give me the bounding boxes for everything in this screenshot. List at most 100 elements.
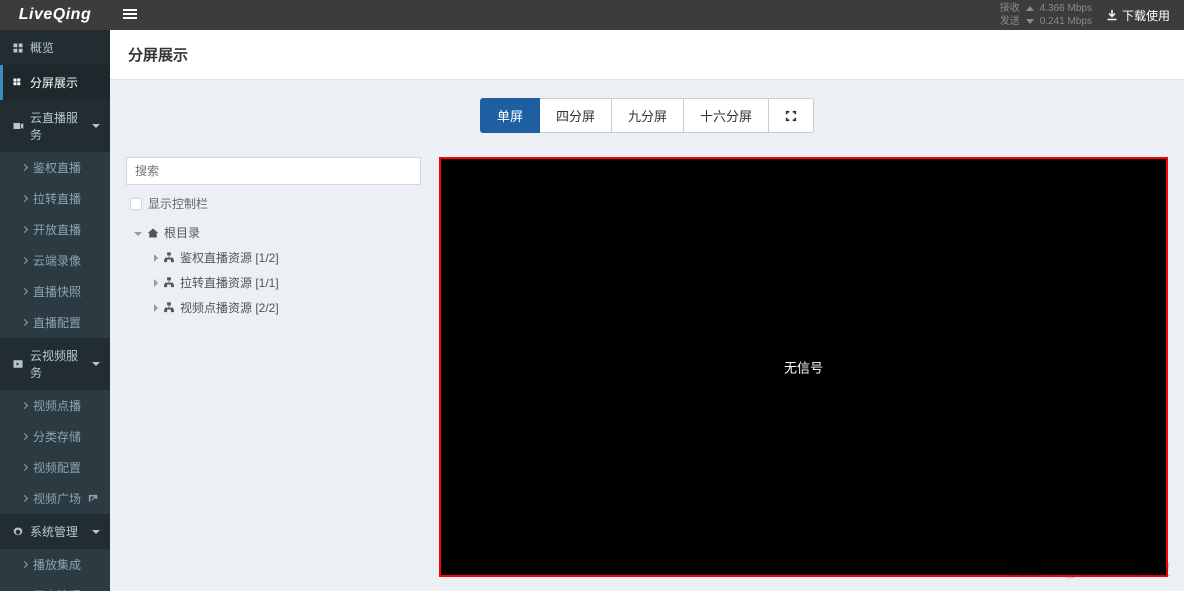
sidebar-sub-分类存储[interactable]: 分类存储 bbox=[0, 421, 110, 452]
download-label: 下载使用 bbox=[1122, 7, 1170, 24]
sidebar-item-概览[interactable]: 概览 bbox=[0, 30, 110, 65]
sidebar-item-label: 概览 bbox=[30, 39, 54, 56]
twisty-icon bbox=[154, 304, 158, 312]
sidebar: 概览分屏展示云直播服务鉴权直播拉转直播开放直播云端录像直播快照直播配置云视频服务… bbox=[0, 30, 110, 591]
angle-right-icon bbox=[21, 257, 28, 264]
angle-right-icon bbox=[21, 164, 28, 171]
sidebar-item-云直播服务[interactable]: 云直播服务 bbox=[0, 100, 110, 152]
angle-right-icon bbox=[21, 433, 28, 440]
screen-split-tabs: 单屏四分屏九分屏十六分屏 bbox=[480, 98, 814, 133]
twisty-icon bbox=[154, 254, 158, 262]
sidebar-sub-视频点播[interactable]: 视频点播 bbox=[0, 390, 110, 421]
brand-logo: LiveQing bbox=[0, 6, 110, 24]
arrow-down-icon bbox=[1026, 19, 1034, 24]
tab-单屏[interactable]: 单屏 bbox=[480, 98, 540, 133]
youtube-icon bbox=[12, 358, 24, 370]
angle-right-icon bbox=[21, 226, 28, 233]
sidebar-item-分屏展示[interactable]: 分屏展示 bbox=[0, 65, 110, 100]
checkbox-icon bbox=[130, 198, 142, 210]
download-icon bbox=[1106, 9, 1118, 21]
sidebar-sub-label: 分类存储 bbox=[33, 428, 81, 445]
gear-icon bbox=[12, 526, 24, 538]
sidebar-sub-云端录像[interactable]: 云端录像 bbox=[0, 245, 110, 276]
main-content: 分屏展示 单屏四分屏九分屏十六分屏 显示控制栏 根目录 鉴权直播资源 [1/2]… bbox=[110, 30, 1184, 591]
sidebar-item-label: 云直播服务 bbox=[30, 109, 86, 143]
sidebar-sub-label: 直播快照 bbox=[33, 283, 81, 300]
sitemap-icon bbox=[163, 277, 175, 289]
grid-icon bbox=[12, 77, 24, 89]
chevron-down-icon bbox=[92, 530, 100, 534]
sidebar-sub-label: 视频配置 bbox=[33, 459, 81, 476]
sidebar-sub-label: 直播配置 bbox=[33, 314, 81, 331]
fullscreen-button[interactable] bbox=[768, 98, 814, 133]
angle-right-icon bbox=[21, 319, 28, 326]
tree-root[interactable]: 根目录 bbox=[126, 220, 421, 245]
download-button[interactable]: 下载使用 bbox=[1106, 7, 1170, 24]
left-panel: 显示控制栏 根目录 鉴权直播资源 [1/2] 拉转直播资源 [1/1] 视频点播资源… bbox=[126, 157, 421, 320]
angle-right-icon bbox=[21, 495, 28, 502]
fullscreen-icon bbox=[785, 110, 797, 122]
tree-node-label: 视频点播资源 [2/2] bbox=[180, 299, 279, 316]
sidebar-sub-视频广场[interactable]: 视频广场 bbox=[0, 483, 110, 514]
page-title: 分屏展示 bbox=[110, 30, 1184, 80]
external-link-icon bbox=[87, 494, 99, 504]
tx-label: 发送 bbox=[1000, 15, 1020, 28]
menu-toggle-button[interactable] bbox=[110, 7, 150, 24]
resource-tree: 根目录 鉴权直播资源 [1/2] 拉转直播资源 [1/1] 视频点播资源 [2/2] bbox=[126, 220, 421, 320]
sidebar-sub-拉转直播[interactable]: 拉转直播 bbox=[0, 183, 110, 214]
angle-right-icon bbox=[21, 402, 28, 409]
sidebar-item-云视频服务[interactable]: 云视频服务 bbox=[0, 338, 110, 390]
sidebar-sub-label: 用户管理 bbox=[33, 587, 81, 591]
tab-四分屏[interactable]: 四分屏 bbox=[539, 98, 612, 133]
show-controls-checkbox[interactable]: 显示控制栏 bbox=[130, 195, 421, 212]
tree-node-label: 拉转直播资源 [1/1] bbox=[180, 274, 279, 291]
sidebar-sub-开放直播[interactable]: 开放直播 bbox=[0, 214, 110, 245]
sidebar-sub-视频配置[interactable]: 视频配置 bbox=[0, 452, 110, 483]
tree-node[interactable]: 视频点播资源 [2/2] bbox=[126, 295, 421, 320]
chevron-down-icon bbox=[92, 362, 100, 366]
dashboard-icon bbox=[12, 42, 24, 54]
sidebar-sub-label: 开放直播 bbox=[33, 221, 81, 238]
sidebar-item-系统管理[interactable]: 系统管理 bbox=[0, 514, 110, 549]
tx-value: 0.241 Mbps bbox=[1040, 15, 1092, 28]
twisty-icon bbox=[154, 279, 158, 287]
sidebar-sub-label: 播放集成 bbox=[33, 556, 81, 573]
sidebar-sub-播放集成[interactable]: 播放集成 bbox=[0, 549, 110, 580]
rx-label: 接收 bbox=[1000, 2, 1020, 15]
network-stats: 接收 4.366 Mbps 发送 0.241 Mbps bbox=[1000, 2, 1092, 28]
sidebar-sub-直播配置[interactable]: 直播配置 bbox=[0, 307, 110, 338]
sidebar-item-label: 云视频服务 bbox=[30, 347, 86, 381]
tree-node-label: 鉴权直播资源 [1/2] bbox=[180, 249, 279, 266]
search-input[interactable] bbox=[126, 157, 421, 185]
sidebar-item-label: 分屏展示 bbox=[30, 74, 78, 91]
video-panel[interactable]: 无信号 bbox=[439, 157, 1168, 577]
tab-十六分屏[interactable]: 十六分屏 bbox=[683, 98, 769, 133]
sidebar-sub-label: 视频广场 bbox=[33, 490, 81, 507]
sidebar-sub-鉴权直播[interactable]: 鉴权直播 bbox=[0, 152, 110, 183]
tree-node[interactable]: 拉转直播资源 [1/1] bbox=[126, 270, 421, 295]
tree-root-label: 根目录 bbox=[164, 224, 200, 241]
video-icon bbox=[12, 120, 24, 132]
show-controls-label: 显示控制栏 bbox=[148, 195, 208, 212]
tree-node[interactable]: 鉴权直播资源 [1/2] bbox=[126, 245, 421, 270]
rx-value: 4.366 Mbps bbox=[1040, 2, 1092, 15]
sidebar-item-label: 系统管理 bbox=[30, 523, 78, 540]
top-bar: LiveQing 接收 4.366 Mbps 发送 0.241 Mbps 下载使… bbox=[0, 0, 1184, 30]
sidebar-sub-label: 拉转直播 bbox=[33, 190, 81, 207]
chevron-down-icon bbox=[92, 124, 100, 128]
angle-right-icon bbox=[21, 288, 28, 295]
angle-right-icon bbox=[21, 195, 28, 202]
sidebar-sub-label: 云端录像 bbox=[33, 252, 81, 269]
sitemap-icon bbox=[163, 252, 175, 264]
sidebar-sub-label: 鉴权直播 bbox=[33, 159, 81, 176]
tab-九分屏[interactable]: 九分屏 bbox=[611, 98, 684, 133]
angle-right-icon bbox=[21, 561, 28, 568]
home-icon bbox=[147, 227, 159, 239]
twisty-icon bbox=[134, 232, 142, 236]
sitemap-icon bbox=[163, 302, 175, 314]
no-signal-label: 无信号 bbox=[784, 358, 823, 377]
sidebar-sub-直播快照[interactable]: 直播快照 bbox=[0, 276, 110, 307]
arrow-up-icon bbox=[1026, 6, 1034, 11]
angle-right-icon bbox=[21, 464, 28, 471]
sidebar-sub-用户管理[interactable]: 用户管理 bbox=[0, 580, 110, 591]
